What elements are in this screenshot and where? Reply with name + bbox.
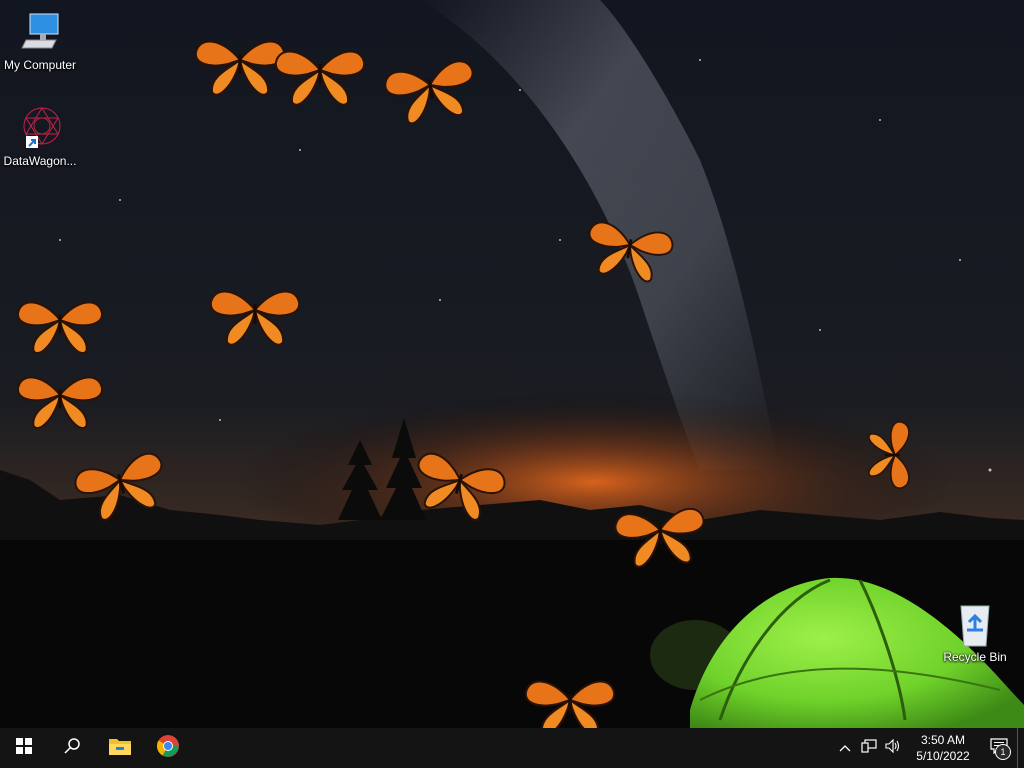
desktop-icon-my-computer[interactable]: My Computer (0, 8, 80, 72)
notification-badge: 1 (995, 744, 1011, 760)
recycle-bin-icon (951, 600, 999, 648)
desktop-icon-label: My Computer (3, 58, 77, 72)
monitor-icon (16, 8, 64, 56)
file-explorer-icon (108, 736, 132, 761)
clock-date: 5/10/2022 (916, 749, 970, 763)
datawagon-shortcut-icon (16, 104, 64, 152)
wallpaper-scene (0, 0, 1024, 728)
volume-button[interactable] (881, 728, 905, 768)
desktop-icon-datawagon[interactable]: DataWagon... (0, 104, 80, 168)
volume-icon (885, 738, 901, 758)
start-button[interactable] (0, 728, 48, 768)
network-button[interactable] (857, 728, 881, 768)
chevron-up-icon (839, 739, 851, 757)
desktop-wallpaper (0, 0, 1024, 728)
desktop-icon-label: DataWagon... (3, 154, 77, 168)
clock-time: 3:50 AM (920, 733, 966, 747)
file-explorer-button[interactable] (96, 728, 144, 768)
show-hidden-icons-button[interactable] (833, 728, 857, 768)
search-button[interactable] (48, 728, 96, 768)
windows-start-icon (16, 737, 32, 759)
show-desktop-button[interactable] (1017, 728, 1024, 768)
system-tray: 3:50 AM 5/10/2022 1 (833, 728, 1024, 768)
chrome-icon (156, 734, 180, 763)
desktop-icon-label: Recycle Bin (943, 650, 1007, 664)
action-center-button[interactable]: 1 (981, 728, 1017, 768)
taskbar-clock[interactable]: 3:50 AM 5/10/2022 (905, 732, 981, 764)
desktop-icon-recycle-bin[interactable]: Recycle Bin (935, 600, 1015, 664)
search-icon (63, 737, 81, 760)
network-icon (861, 738, 877, 758)
taskbar: 3:50 AM 5/10/2022 1 (0, 728, 1024, 768)
chrome-button[interactable] (144, 728, 192, 768)
